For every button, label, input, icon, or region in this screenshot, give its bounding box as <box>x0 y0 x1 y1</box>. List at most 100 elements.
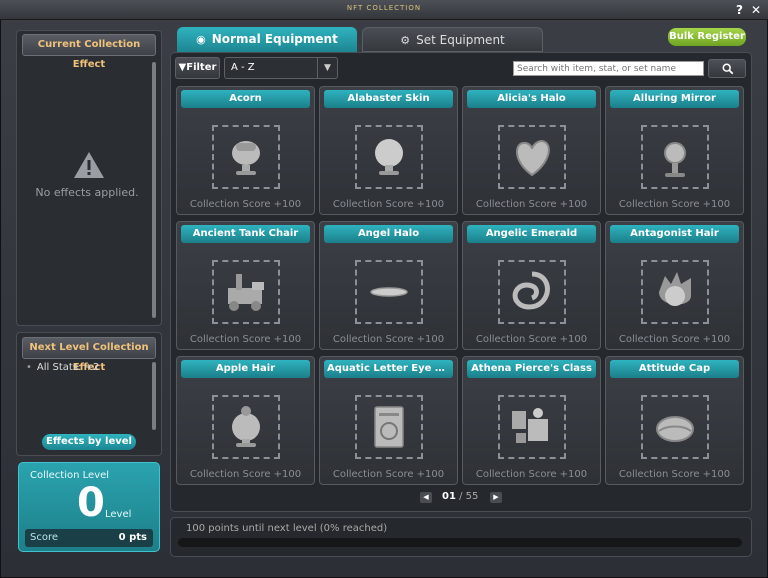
pagination: ◀ 01 / 55 ▶ <box>420 491 504 506</box>
sort-select[interactable]: A - Z ▼ <box>224 57 338 79</box>
effects-by-level-button[interactable]: Effects by level <box>42 434 136 450</box>
item-image-slot <box>355 260 423 324</box>
page-separator: / <box>459 491 463 502</box>
item-name: Alicia's Halo <box>467 90 596 108</box>
page-indicator: 01 / 55 <box>442 491 478 502</box>
item-image-slot <box>641 260 709 324</box>
classroom-icon <box>512 408 548 443</box>
help-icon[interactable]: ? <box>736 3 743 17</box>
acorn-icon <box>232 141 260 175</box>
item-image-slot <box>498 260 566 324</box>
collection-level-box: Collection Level 0 Level Score 0 pts <box>18 462 160 552</box>
filter-button[interactable]: ▼Filter <box>175 57 220 79</box>
item-name: Angelic Emerald <box>467 225 596 243</box>
item-name: Alabaster Skin <box>324 90 453 108</box>
item-score: Collection Score +100 <box>475 199 588 210</box>
item-card[interactable]: Athena Pierce's Class Collection Score +1… <box>462 356 601 485</box>
next-level-scrollbar[interactable] <box>152 362 156 430</box>
next-page-button[interactable]: ▶ <box>490 492 502 503</box>
chevron-down-icon: ▼ <box>317 58 337 78</box>
item-name: Aquatic Letter Eye Acc... <box>324 360 453 378</box>
prev-page-button[interactable]: ◀ <box>420 492 432 503</box>
score-bar: Score 0 pts <box>25 529 153 547</box>
heart-halo-icon <box>516 139 550 177</box>
hair-icon <box>659 272 691 306</box>
item-name: Angel Halo <box>324 225 453 243</box>
progress-text: 100 points until next level (0% reached) <box>186 523 388 534</box>
item-name: Athena Pierce's Class <box>467 360 596 378</box>
cap-icon <box>656 416 694 442</box>
no-effects-text: No effects applied. <box>35 186 139 199</box>
item-score: Collection Score +100 <box>189 469 302 480</box>
item-card[interactable]: Antagonist Hair Collection Score +100 <box>605 221 744 350</box>
item-score: Collection Score +100 <box>332 334 445 345</box>
emerald-icon <box>512 271 550 310</box>
sort-value: A - Z <box>231 62 255 73</box>
item-score: Collection Score +100 <box>189 334 302 345</box>
tab-normal-equipment[interactable]: ◉ Normal Equipment <box>177 27 357 52</box>
bulk-register-button[interactable]: Bulk Register <box>668 28 746 46</box>
item-card[interactable]: Angelic Emerald Collection Score +100 <box>462 221 601 350</box>
collection-level-value: 0 <box>77 480 105 526</box>
item-name: Alluring Mirror <box>610 90 739 108</box>
search-button[interactable] <box>708 59 746 78</box>
item-card[interactable]: Aquatic Letter Eye Acc... Collection Scor… <box>319 356 458 485</box>
window-title: NFT COLLECTION <box>346 4 422 12</box>
tab-set-equipment[interactable]: ⚙ Set Equipment <box>362 27 543 52</box>
next-level-header: Next Level Collection Effect <box>22 337 156 373</box>
item-image-slot <box>498 395 566 459</box>
halo-icon <box>370 287 408 297</box>
filter-label: Filter <box>186 62 217 73</box>
mirror-icon <box>664 142 686 177</box>
item-card[interactable]: Attitude Cap Collection Score +100 <box>605 356 744 485</box>
item-score: Collection Score +100 <box>332 199 445 210</box>
item-score: Collection Score +100 <box>189 199 302 210</box>
warning-icon <box>74 152 104 178</box>
item-image-slot <box>641 395 709 459</box>
tab-label: Normal Equipment <box>211 32 338 46</box>
total-pages: 55 <box>465 491 479 502</box>
item-card[interactable]: Alluring Mirror Collection Score +100 <box>605 86 744 215</box>
item-image-slot <box>355 395 423 459</box>
close-icon[interactable]: ✕ <box>751 3 761 17</box>
item-name: Antagonist Hair <box>610 225 739 243</box>
score-value: 0 pts <box>118 532 147 543</box>
item-score: Collection Score +100 <box>475 334 588 345</box>
item-name: Acorn <box>181 90 310 108</box>
item-image-slot <box>641 125 709 189</box>
item-score: Collection Score +100 <box>618 469 731 480</box>
radio-selected-icon: ◉ <box>196 33 206 46</box>
item-card[interactable]: Acorn Collection Score +100 <box>176 86 315 215</box>
item-card[interactable]: Alabaster Skin Collection Score +100 <box>319 86 458 215</box>
score-label: Score <box>30 532 59 543</box>
head-icon <box>375 139 403 175</box>
item-name: Ancient Tank Chair <box>181 225 310 243</box>
item-image-slot <box>355 125 423 189</box>
level-suffix: Level <box>105 509 132 520</box>
item-score: Collection Score +100 <box>332 469 445 480</box>
current-effect-header: Current Collection Effect <box>22 34 156 70</box>
item-score: Collection Score +100 <box>618 334 731 345</box>
current-page: 01 <box>442 491 456 502</box>
level-progress-bar <box>178 538 742 547</box>
item-name: Apple Hair <box>181 360 310 378</box>
search-input[interactable] <box>513 61 704 76</box>
letter-eye-icon <box>374 406 404 448</box>
next-level-stat: All Stats: +2 <box>26 362 99 373</box>
item-card[interactable]: Angel Halo Collection Score +100 <box>319 221 458 350</box>
item-card[interactable]: Ancient Tank Chair Collection Score +100 <box>176 221 315 350</box>
item-name: Attitude Cap <box>610 360 739 378</box>
item-image-slot <box>498 125 566 189</box>
item-image-slot <box>212 260 280 324</box>
item-card[interactable]: Alicia's Halo Collection Score +100 <box>462 86 601 215</box>
item-image-slot <box>212 125 280 189</box>
tab-label: Set Equipment <box>416 33 505 47</box>
set-icon: ⚙ <box>400 34 411 47</box>
apple-hair-icon <box>232 406 260 447</box>
item-score: Collection Score +100 <box>475 469 588 480</box>
title-bar: NFT COLLECTION ? ✕ <box>0 0 768 20</box>
item-card[interactable]: Apple Hair Collection Score +100 <box>176 356 315 485</box>
tank-chair-icon <box>228 274 264 311</box>
search-icon <box>722 63 734 75</box>
scroll-thumb[interactable] <box>152 362 156 430</box>
